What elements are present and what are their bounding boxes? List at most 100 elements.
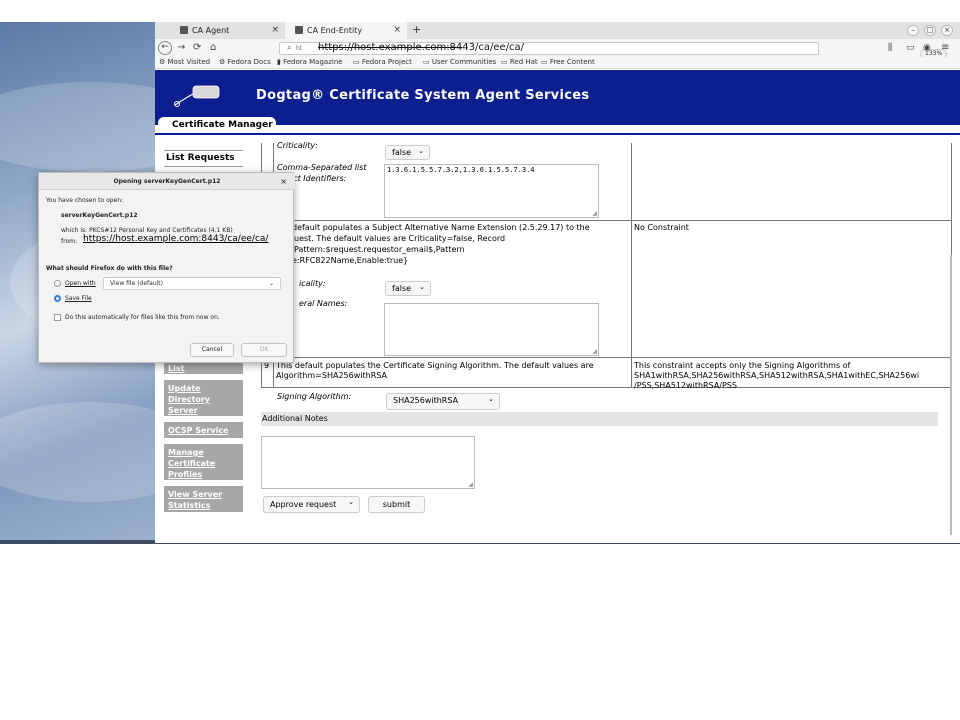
- close-tab-icon[interactable]: ×: [271, 22, 279, 39]
- signing-description: This default populates the Certificate S…: [276, 361, 594, 370]
- signing-constraint: This constraint accepts only the Signing…: [634, 361, 851, 370]
- tab-ca-end-entity[interactable]: CA End-Entity ×: [285, 22, 407, 39]
- screen: CA Agent × CA End-Entity × + – □ × ← → ⟳…: [0, 0, 960, 720]
- action-select[interactable]: Approve request ⌄: [263, 496, 360, 513]
- sidebar-item-ocsp[interactable]: OCSP Service: [164, 422, 243, 438]
- chevron-down-icon: ⌄: [488, 395, 494, 403]
- sidebar-item-update-directory[interactable]: Update Directory Server: [164, 380, 243, 416]
- close-tab-icon[interactable]: ×: [393, 22, 401, 39]
- file-name: serverKeyGenCert.p12: [61, 212, 138, 219]
- table-row-divider: [261, 387, 951, 388]
- criticality-label: Criticality:: [277, 141, 318, 150]
- url-struck: https://host.example.com:84: [318, 42, 463, 53]
- bookmark-most-visited[interactable]: ⚙ Most Visited: [159, 58, 210, 66]
- bookmark-fedora-magazine[interactable]: ▮ Fedora Magazine: [277, 58, 343, 66]
- oid-textarea[interactable]: 1.3.6.1.5.5.7.3.2,1.3.6.1.5.5.7.3.4 ◢: [384, 164, 599, 218]
- san-description: default populates a Subject Alternative …: [292, 223, 590, 232]
- close-window-button[interactable]: ×: [941, 25, 953, 36]
- bookmarks-bar: ⚙ Most Visited ⚙ Fedora Docs ▮ Fedora Ma…: [155, 57, 960, 69]
- sidebar-item-list[interactable]: List: [164, 362, 243, 374]
- download-dialog: Opening serverKeyGenCert.p12 × You have …: [38, 172, 295, 363]
- from-label: from:: [61, 238, 77, 245]
- table-row-divider: [261, 220, 951, 221]
- general-names-label: eral Names:: [299, 299, 348, 308]
- auto-checkbox[interactable]: [54, 314, 61, 321]
- page-header: Dogtag® Certificate System Agent Service…: [155, 70, 960, 134]
- library-icon[interactable]: ⫼: [888, 40, 892, 56]
- url-text: https://host.example.com:8443/ca/ee/ca/: [318, 42, 524, 53]
- signing-constraint-2: SHA1withRSA,SHA256withRSA,SHA512withRSA,…: [634, 371, 920, 380]
- auto-label[interactable]: Do this automatically for files like thi…: [65, 314, 220, 321]
- cancel-button[interactable]: Cancel: [190, 343, 234, 357]
- forward-icon[interactable]: →: [177, 40, 185, 56]
- sidebar-item-view-statistics[interactable]: View Server Statistics: [164, 486, 243, 512]
- page-title: Dogtag® Certificate System Agent Service…: [256, 88, 590, 103]
- save-file-radio[interactable]: [54, 295, 61, 302]
- page-icon: [295, 26, 303, 34]
- san-description-2: uest. The default values are Criticality…: [294, 234, 506, 243]
- open-with-radio[interactable]: [54, 280, 61, 287]
- open-with-select[interactable]: View file (default) ⌄: [103, 277, 281, 290]
- url-rest: 43/ca/ee/ca/: [462, 42, 525, 53]
- chevron-down-icon: ⌄: [418, 147, 424, 155]
- san-description-4: e:RFC822Name,Enable:true}: [292, 256, 409, 265]
- open-with-label[interactable]: Open with: [65, 280, 96, 287]
- resize-grip-icon: ◢: [468, 481, 473, 488]
- resize-grip-icon: ◢: [592, 210, 597, 217]
- extension-icon[interactable]: ◉: [923, 40, 931, 56]
- dogtag-logo: [174, 85, 220, 107]
- tab-bar: CA Agent × CA End-Entity × + – □ ×: [155, 22, 960, 39]
- url-bar[interactable]: ⌕ ht https://host.example.com:8443/ca/ee…: [279, 42, 948, 59]
- file-type: which is: PKCS#12 Personal Key and Certi…: [61, 227, 233, 234]
- tab-label: CA End-Entity: [307, 26, 363, 35]
- dialog-title: Opening serverKeyGenCert.p12: [39, 173, 295, 190]
- url-prefix: ht: [296, 45, 303, 52]
- back-icon[interactable]: ←: [158, 41, 172, 55]
- question-text: What should Firefox do with this file?: [46, 265, 173, 272]
- additional-notes-header: Additional Notes: [261, 412, 938, 426]
- profile-table: Criticality: false ⌄ Comma-Separated list…: [261, 135, 960, 543]
- tab-ca-agent[interactable]: CA Agent ×: [170, 22, 285, 39]
- resize-grip-icon: ◢: [592, 348, 597, 355]
- bookmark-fedora-docs[interactable]: ⚙ Fedora Docs: [219, 58, 271, 66]
- table-border: [631, 143, 632, 387]
- bookmark-user-communities[interactable]: ▭ User Communities: [423, 58, 496, 66]
- ok-button[interactable]: OK: [241, 343, 287, 357]
- menu-icon[interactable]: ≡: [941, 40, 949, 56]
- signing-constraint-3: /PSS,SHA512withRSA/PSS: [634, 381, 737, 390]
- san-description-3: Pattern:$request.requestor_email$,Patter…: [294, 245, 465, 254]
- criticality-select[interactable]: false ⌄: [385, 145, 430, 160]
- chevron-down-icon: ⌄: [419, 283, 425, 291]
- signing-algorithm-select[interactable]: SHA256withRSA ⌄: [386, 393, 500, 410]
- reload-icon[interactable]: ⟳: [193, 40, 201, 56]
- bookmark-free-content[interactable]: ▭ Free Content: [541, 58, 595, 66]
- maximize-button[interactable]: □: [924, 25, 936, 36]
- chosen-text: You have chosen to open:: [46, 197, 124, 204]
- san-criticality-label: icality:: [299, 279, 326, 288]
- sidebar-item-manage-profiles[interactable]: Manage Certificate Profiles: [164, 444, 243, 480]
- close-icon[interactable]: ×: [280, 173, 287, 190]
- submit-button[interactable]: submit: [368, 496, 425, 513]
- minimize-button[interactable]: –: [907, 25, 919, 36]
- new-tab-button[interactable]: +: [412, 22, 421, 38]
- page-icon: [180, 26, 188, 34]
- table-row-divider: [261, 357, 951, 358]
- chevron-down-icon: ⌄: [348, 498, 354, 506]
- save-file-label[interactable]: Save File: [65, 295, 92, 302]
- san-constraint: No Constraint: [634, 223, 689, 232]
- tab-label: CA Agent: [192, 26, 230, 35]
- source-url: https://host.example.com:8443/ca/ee/ca/: [83, 234, 269, 244]
- bookmark-red-hat[interactable]: ▭ Red Hat: [501, 58, 538, 66]
- additional-notes-textarea[interactable]: ◢: [261, 436, 475, 489]
- bookmark-fedora-project[interactable]: ▭ Fedora Project: [353, 58, 412, 66]
- home-icon[interactable]: ⌂: [210, 40, 216, 56]
- chevron-down-icon: ⌄: [268, 280, 274, 287]
- signing-algorithm-label: Signing Algorithm:: [277, 392, 352, 401]
- tab-certificate-manager[interactable]: Certificate Manager: [158, 117, 276, 134]
- sidebar-item-list-requests[interactable]: List Requests: [164, 150, 243, 167]
- scrollbar[interactable]: [950, 255, 952, 535]
- general-names-textarea[interactable]: ◢: [384, 303, 599, 356]
- san-criticality-select[interactable]: false ⌄: [385, 281, 431, 296]
- navigation-bar: ← → ⟳ ⌂ ⌕ ht https://host.example.com:84…: [155, 39, 960, 59]
- sidebar-icon[interactable]: ▭: [906, 40, 915, 56]
